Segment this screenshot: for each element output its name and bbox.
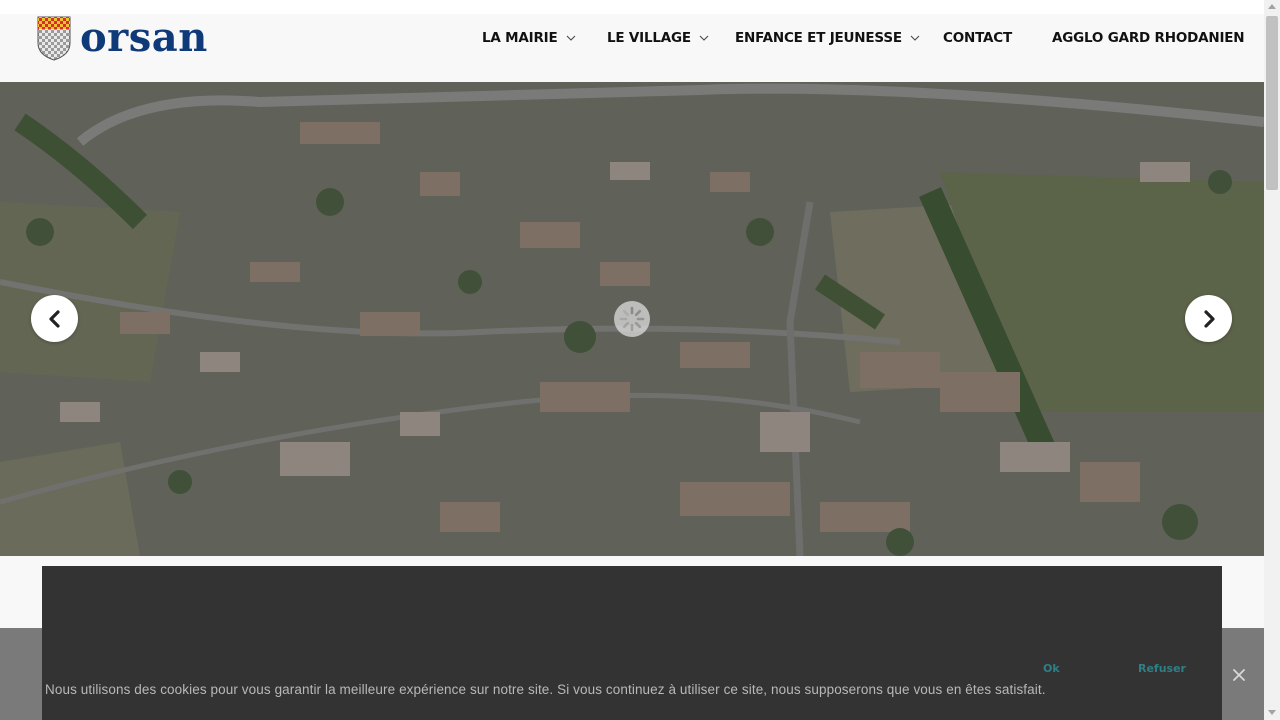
cookie-message: Nous utilisons des cookies pour vous gar… [45, 682, 1046, 697]
nav-item-contact[interactable]: CONTACT [943, 30, 1012, 46]
nav-item-enfance-et-jeunesse[interactable]: ENFANCE ET JEUNESSE [735, 30, 920, 46]
cookie-refuse-button[interactable]: Refuser [1138, 662, 1186, 675]
chevron-left-icon [48, 309, 60, 328]
nav-item-label: ENFANCE ET JEUNESSE [735, 30, 902, 46]
scroll-down-arrow-icon[interactable] [1268, 710, 1276, 715]
top-strip [0, 0, 1264, 14]
slider-next-button[interactable] [1185, 295, 1232, 342]
hero-slider [0, 82, 1264, 556]
nav-item-la-mairie[interactable]: LA MAIRIE [482, 30, 576, 46]
coat-of-arms-icon [37, 16, 71, 61]
nav-item-label: AGGLO GARD RHODANIEN [1052, 30, 1245, 46]
chevron-down-icon [910, 35, 920, 41]
slider-loading-spinner [614, 301, 650, 337]
site-header: orsan LA MAIRIE LE VILLAGE ENFANCE ET JE… [0, 14, 1264, 82]
nav-item-agglo-gard-rhodanien[interactable]: AGGLO GARD RHODANIEN [1052, 30, 1245, 46]
page-scrollbar-thumb[interactable] [1266, 16, 1278, 190]
spinner-icon [619, 306, 645, 332]
nav-item-label: CONTACT [943, 30, 1013, 46]
logo-wordmark: orsan [80, 14, 208, 61]
nav-item-label: LE VILLAGE [607, 30, 691, 46]
slider-prev-button[interactable] [31, 295, 78, 342]
chevron-right-icon [1203, 309, 1215, 328]
nav-item-label: LA MAIRIE [482, 30, 558, 46]
chevron-down-icon [566, 35, 575, 41]
scroll-up-arrow-icon[interactable] [1268, 4, 1276, 9]
site-logo[interactable]: orsan [36, 15, 208, 61]
cookie-ok-button[interactable]: Ok [1043, 662, 1060, 675]
nav-item-le-village[interactable]: LE VILLAGE [607, 30, 709, 46]
close-icon[interactable] [1230, 666, 1248, 684]
cookie-banner: Nous utilisons des cookies pour vous gar… [0, 628, 1264, 720]
chevron-down-icon [699, 35, 709, 41]
